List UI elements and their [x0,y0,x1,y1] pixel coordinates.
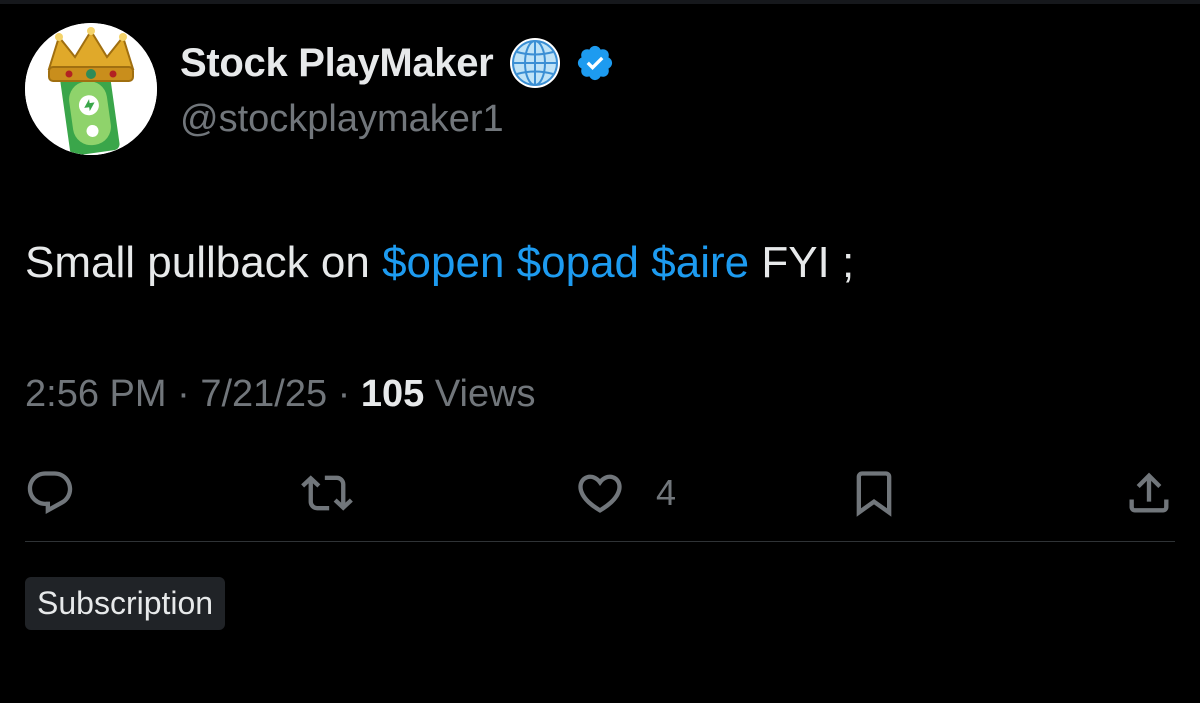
tweet-date[interactable]: 7/21/25 [200,373,327,415]
avatar[interactable] [25,23,157,155]
views-count: 105 [360,373,425,415]
reply-button[interactable] [24,468,76,518]
like-button[interactable]: 4 [574,468,676,518]
tweet-meta: 2:56 PM · 7/21/25 · 105 Views [25,373,536,416]
tweet-text-segment: FYI ; [749,238,855,287]
share-button[interactable] [1123,468,1175,518]
retweet-button[interactable] [301,468,353,518]
retweet-icon [301,475,353,511]
meta-separator: · [166,373,201,415]
meta-separator: · [327,373,361,415]
bookmark-icon [856,471,892,517]
author-name-row: Stock PlayMaker [180,38,615,88]
cashtag-link[interactable]: $open [382,238,504,287]
tweet-text-segment [504,238,516,287]
cashtag-link[interactable]: $opad [517,238,639,287]
views-label: Views [424,373,536,415]
globe-icon [510,38,561,88]
tweet-time[interactable]: 2:56 PM [25,373,167,415]
divider [25,541,1175,542]
bookmark-button[interactable] [848,468,900,518]
share-icon [1129,472,1169,513]
subscription-badge[interactable]: Subscription [25,577,226,630]
author-handle[interactable]: @stockplaymaker1 [180,98,504,141]
tweet-text-segment: Small pullback on [25,238,383,287]
author-display-name[interactable]: Stock PlayMaker [180,41,494,86]
tweet-text: Small pullback on $open $opad $aire FYI … [25,238,854,288]
reply-icon [27,471,73,515]
like-count: 4 [656,472,677,513]
tweet-text-segment [639,238,651,287]
avatar-image [25,23,157,155]
cashtag-link[interactable]: $aire [651,238,749,287]
verified-badge-icon [578,45,613,81]
top-border [0,0,1200,4]
heart-icon [578,474,622,513]
